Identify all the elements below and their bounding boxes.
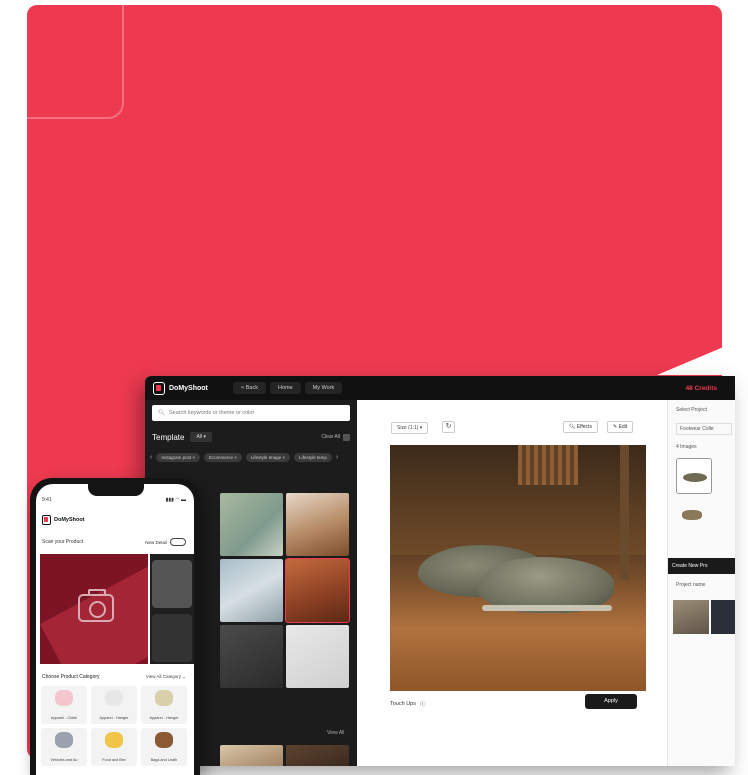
project-name-label: Project name <box>676 582 706 588</box>
toggle-icon <box>170 538 186 546</box>
size-dropdown[interactable]: Size (1:1) ▾ <box>391 422 429 434</box>
template-thumb[interactable] <box>286 625 349 688</box>
category-item[interactable]: Apparel - Hanger <box>141 686 187 724</box>
rotate-icon[interactable]: ↻ <box>442 421 455 433</box>
scan-thumb[interactable] <box>152 614 192 662</box>
phone-notch <box>88 484 144 496</box>
template-grid-more <box>220 745 349 766</box>
filter-chips: ‹ Instagram post × Ecommerce × Lifestyle… <box>150 453 355 462</box>
chevron-right-icon[interactable]: › <box>336 454 338 461</box>
status-time: 9:41 <box>42 497 52 503</box>
template-filter-dropdown[interactable]: All ▾ <box>190 432 212 442</box>
touch-ups-control[interactable]: Touch Ups ⓘ <box>390 700 426 708</box>
category-grid: Apparel - Clothi Apparel - Hanger Appare… <box>41 686 191 766</box>
decorative-corner <box>657 335 722 375</box>
search-icon: 🔍︎ <box>158 410 165 416</box>
status-icons: ▮▮▮ ◠ ▬ <box>165 497 186 503</box>
project-image-thumb[interactable] <box>711 600 735 634</box>
category-item[interactable]: Food and Bev <box>91 728 137 766</box>
chip-lifestyle-image[interactable]: Lifestyle Image × <box>245 453 291 462</box>
decorative-outline <box>27 5 124 119</box>
camera-capture-area[interactable] <box>40 554 148 664</box>
edit-button[interactable]: ✎ Edit <box>607 421 634 433</box>
editor-canvas: Size (1:1) ▾ ↻ 🔍︎ Effects ✎ Edit Touch U… <box>357 400 667 766</box>
chip-lifestyle-temp[interactable]: Lifestyle temp <box>294 453 332 462</box>
recent-scans <box>150 554 194 664</box>
clear-icon <box>343 433 350 441</box>
clear-all-button[interactable]: Clear All <box>321 433 350 441</box>
phone-app-logo: DoMyShoot <box>42 515 85 525</box>
project-image-thumb[interactable] <box>676 458 712 494</box>
template-thumb[interactable] <box>220 625 283 688</box>
template-thumb[interactable] <box>286 745 349 766</box>
template-header: Template All ▾ Clear All <box>152 432 350 442</box>
scan-thumb[interactable] <box>152 560 192 608</box>
category-item[interactable]: Apparel - Clothi <box>41 686 87 724</box>
project-dropdown[interactable]: Footwear Colle <box>676 423 732 435</box>
template-thumb[interactable] <box>286 493 349 556</box>
phone-mockup: 9:41 ▮▮▮ ◠ ▬ DoMyShoot Scan your Product… <box>30 478 200 775</box>
view-all-link[interactable]: View All <box>327 730 344 736</box>
search-placeholder: Search keywords or theme or color <box>168 410 255 416</box>
project-image-thumb[interactable] <box>682 510 702 520</box>
top-nav: < Back Home My Work <box>233 382 343 394</box>
images-count: 4 Images <box>676 444 697 450</box>
nav-back[interactable]: < Back <box>233 382 266 394</box>
effects-button[interactable]: 🔍︎ Effects <box>563 421 598 433</box>
template-thumb[interactable] <box>220 745 283 766</box>
app-logo[interactable]: DoMyShoot <box>153 381 233 395</box>
category-dropdown[interactable]: View All Category ⌄ <box>146 674 186 680</box>
template-thumb-selected[interactable] <box>285 558 350 623</box>
app-topbar: DoMyShoot < Back Home My Work 48 Credits <box>145 376 735 400</box>
logo-icon <box>153 381 165 395</box>
project-image-thumb[interactable] <box>673 600 709 634</box>
new-detail-toggle[interactable]: New Detail <box>145 538 186 546</box>
template-title: Template <box>152 432 185 442</box>
camera-icon <box>78 589 114 622</box>
select-project-label: Select Project <box>676 407 707 413</box>
scan-label: Scan your Product <box>42 539 84 545</box>
phone-screen: 9:41 ▮▮▮ ◠ ▬ DoMyShoot Scan your Product… <box>36 484 194 775</box>
category-item[interactable]: Vehicles and Au <box>41 728 87 766</box>
info-icon: ⓘ <box>420 702 426 708</box>
desktop-app-window: DoMyShoot < Back Home My Work 48 Credits… <box>145 376 735 766</box>
product-photo <box>390 445 646 691</box>
category-item[interactable]: Apparel - Hanger <box>91 686 137 724</box>
nav-home[interactable]: Home <box>269 382 301 394</box>
apply-button[interactable]: Apply <box>585 694 637 709</box>
template-thumb[interactable] <box>220 493 283 556</box>
nav-my-work[interactable]: My Work <box>304 382 343 394</box>
template-thumb[interactable] <box>220 559 283 622</box>
template-grid <box>220 493 352 688</box>
create-new-project-button[interactable]: Create New Pro <box>668 558 735 574</box>
app-name: DoMyShoot <box>169 384 208 392</box>
logo-icon <box>42 515 51 525</box>
chip-ecommerce[interactable]: Ecommerce × <box>204 453 242 462</box>
category-item[interactable]: Bags and Leath <box>141 728 187 766</box>
chevron-left-icon[interactable]: ‹ <box>150 454 152 461</box>
credits-badge[interactable]: 48 Credits <box>686 385 717 392</box>
project-panel: Select Project Footwear Colle 4 Images C… <box>667 400 735 766</box>
search-input[interactable]: 🔍︎ Search keywords or theme or color <box>152 405 350 421</box>
chip-instagram[interactable]: Instagram post × <box>156 453 200 462</box>
category-title: Choose Product Category <box>42 674 100 680</box>
